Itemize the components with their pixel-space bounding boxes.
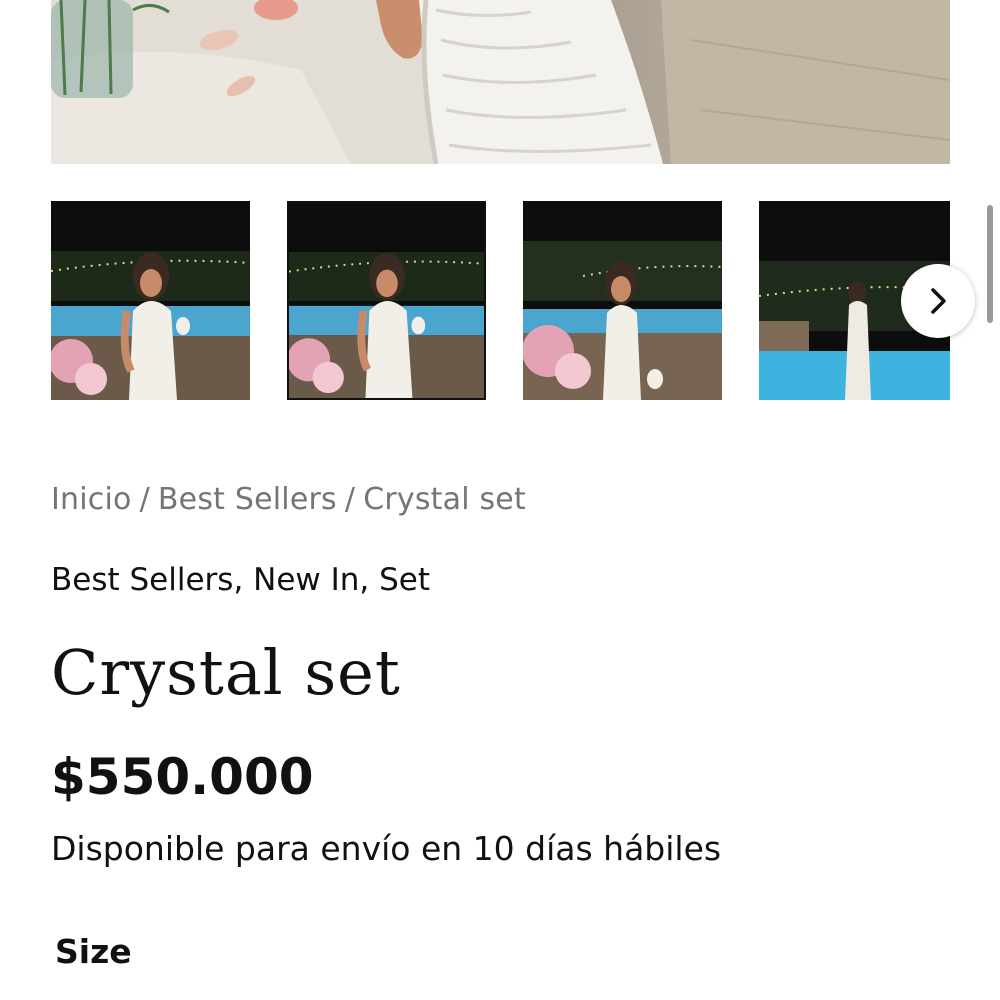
thumbnail-1[interactable] (51, 201, 250, 400)
product-price: $550.000 (51, 748, 314, 806)
availability-text: Disponible para envío en 10 días hábiles (51, 829, 722, 868)
product-categories[interactable]: Best Sellers, New In, Set (51, 562, 430, 598)
thumbnail-2-image (289, 203, 484, 398)
breadcrumb-separator: / (139, 482, 150, 517)
thumbnail-1-image (51, 201, 250, 400)
thumbnail-3[interactable] (523, 201, 722, 400)
thumbnail-3-image (523, 201, 722, 400)
main-photo-illustration (51, 0, 950, 164)
breadcrumb-current: Crystal set (363, 482, 526, 517)
scrollbar[interactable] (987, 205, 993, 323)
product-title: Crystal set (51, 636, 401, 709)
breadcrumb-category-link[interactable]: Best Sellers (158, 482, 337, 517)
main-product-image[interactable] (51, 0, 950, 164)
chevron-right-icon (931, 288, 946, 314)
breadcrumb-separator: / (344, 482, 356, 517)
gallery-next-button[interactable] (901, 264, 975, 338)
product-page: Inicio / Best Sellers / Crystal set Best Sel… (0, 0, 1000, 1000)
breadcrumb-home-link[interactable]: Inicio (51, 482, 132, 517)
thumbnail-2[interactable] (287, 201, 486, 400)
size-label: Size (55, 932, 132, 971)
breadcrumb: Inicio / Best Sellers / Crystal set (51, 482, 526, 517)
